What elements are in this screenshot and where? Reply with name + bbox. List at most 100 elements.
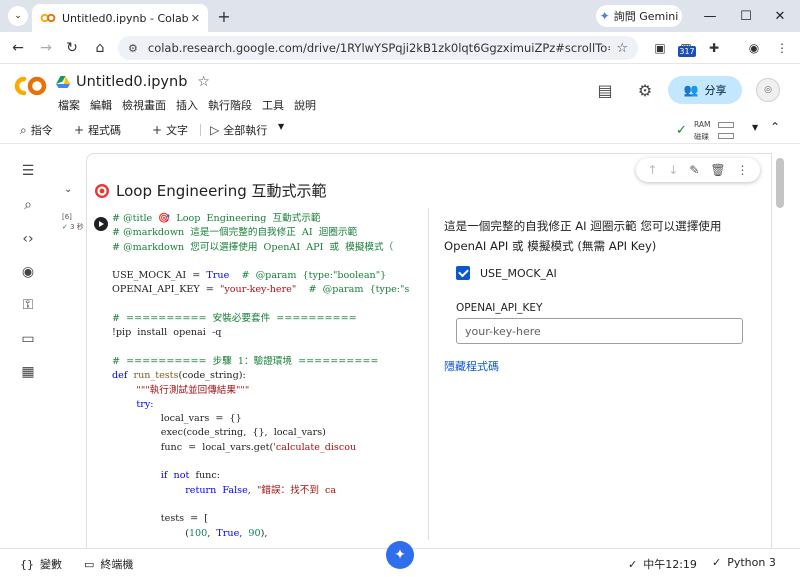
code-token: # @param {type:"boolean"}: [241, 270, 387, 282]
menu-file[interactable]: 檔案: [58, 97, 80, 113]
code-token: :: [150, 398, 154, 410]
code-token: 100: [188, 527, 208, 539]
disk-usage-bar: [718, 133, 734, 139]
vertical-scrollbar[interactable]: [776, 158, 784, 208]
menu-runtime[interactable]: 執行階段: [208, 97, 252, 113]
runtime-status[interactable]: ✓ Python 3: [712, 556, 776, 569]
api-key-input[interactable]: [456, 318, 743, 344]
user-avatar[interactable]: ◎: [756, 78, 780, 102]
plus-icon: +: [152, 123, 163, 137]
reload-icon[interactable]: ↻: [62, 38, 82, 58]
colab-logo-icon[interactable]: [12, 75, 48, 97]
browser-tab-colab[interactable]: Untitled0.ipynb - Colab ✕: [32, 4, 208, 32]
terminal-label: 終端機: [100, 558, 134, 571]
collapse-toolbar-button[interactable]: ⌃: [770, 120, 780, 134]
address-bar[interactable]: ⚙ colab.research.google.com/drive/1RYlwY…: [118, 36, 638, 60]
use-mock-ai-row[interactable]: USE_MOCK_AI: [456, 266, 557, 280]
menu-edit[interactable]: 編輯: [90, 97, 112, 113]
disk-label: 磁碟: [694, 132, 709, 141]
code-snippets-icon[interactable]: ‹›: [18, 229, 38, 249]
delete-trash-icon[interactable]: 🗑: [710, 163, 725, 177]
share-button[interactable]: 👥 分享: [668, 76, 742, 104]
menu-view[interactable]: 檢視畫面: [122, 97, 166, 113]
command-palette-button[interactable]: ⌕ 指令: [20, 122, 53, 138]
magic-wand-icon[interactable]: ✎: [689, 163, 699, 177]
code-line: # ========== 步驟 1：驗證環境 ==========: [112, 355, 428, 369]
form-description: 這是一個完整的自我修正 AI 迴圈示範 您可以選擇使用 OpenAI API 或…: [444, 219, 722, 253]
move-up-arrow-icon[interactable]: ↑: [647, 163, 657, 177]
comments-icon[interactable]: ▤: [594, 79, 616, 101]
success-check-icon: ✓: [62, 223, 68, 231]
resource-monitor[interactable]: RAM 磁碟: [694, 119, 740, 141]
extension-chat-icon[interactable]: ▣: [652, 40, 668, 56]
close-window-icon[interactable]: ✕: [770, 6, 790, 26]
execution-meta: [6] ✓ 3 秒: [62, 212, 84, 232]
table-of-contents-icon[interactable]: ☰: [18, 161, 38, 181]
run-cell-button[interactable]: [94, 217, 108, 231]
collapse-section-chevron-icon[interactable]: ⌄: [64, 184, 72, 195]
notebook-toolbar: ⌕ 指令 + 程式碼 + 文字 ▷ 全部執行 ▼ ✓ RAM 磁碟 ▼ ⌃: [0, 116, 800, 144]
maximize-icon[interactable]: ☐: [736, 6, 756, 26]
use-mock-ai-checkbox[interactable]: [456, 266, 470, 280]
menu-help[interactable]: 說明: [294, 97, 316, 113]
add-code-cell-button[interactable]: + 程式碼: [74, 122, 121, 138]
back-arrow-icon[interactable]: ←: [8, 38, 28, 58]
ask-gemini-button[interactable]: ✦ 詢問 Gemini: [596, 5, 682, 27]
gemini-assistant-button[interactable]: ✦: [386, 541, 414, 569]
tab-title: Untitled0.ipynb - Colab: [62, 11, 189, 25]
run-all-dropdown[interactable]: ▼: [278, 122, 284, 131]
extensions-puzzle-icon[interactable]: ✚: [706, 40, 722, 56]
menu-insert[interactable]: 插入: [176, 97, 198, 113]
bookmark-star-icon[interactable]: ☆: [616, 41, 628, 56]
files-folder-icon[interactable]: ▭: [18, 329, 38, 349]
secrets-key-icon[interactable]: ⚿: [18, 295, 38, 315]
code-editor[interactable]: # @title 🎯 Loop Engineering 互動式示範 # @mark…: [112, 212, 428, 540]
code-token: True: [216, 527, 240, 539]
share-label: 分享: [704, 84, 727, 97]
browser-menu-icon[interactable]: ⋮: [774, 40, 790, 56]
ram-usage-bar: [718, 122, 734, 128]
hide-code-link[interactable]: 隱藏程式碼: [444, 358, 499, 374]
home-icon[interactable]: ⌂: [90, 38, 110, 58]
menu-tools[interactable]: 工具: [262, 97, 284, 113]
code-token: (: [112, 527, 189, 539]
code-token: (code_string, {}, local_vars): [182, 427, 326, 439]
find-replace-icon[interactable]: ⌕: [18, 195, 38, 215]
code-token: exec: [160, 427, 183, 439]
more-options-icon[interactable]: ⋮: [737, 163, 749, 177]
checkbox-label: USE_MOCK_AI: [480, 266, 557, 280]
last-run-status[interactable]: ✓ 中午12:19: [628, 556, 697, 572]
site-info-icon[interactable]: ⚙: [128, 42, 138, 55]
close-tab-icon[interactable]: ✕: [191, 12, 200, 25]
code-token: 90: [248, 527, 261, 539]
run-all-button[interactable]: ▷ 全部執行: [210, 122, 267, 138]
minimize-icon[interactable]: —: [700, 6, 720, 26]
add-text-cell-button[interactable]: + 文字: [152, 122, 188, 138]
gemini-label: 詢問 Gemini: [613, 10, 679, 23]
code-token: ),: [260, 527, 268, 539]
forward-arrow-icon[interactable]: →: [36, 38, 56, 58]
new-tab-button[interactable]: +: [214, 6, 234, 26]
code-token: "your-key-here": [219, 284, 297, 296]
resource-dropdown[interactable]: ▼: [752, 123, 758, 132]
notebook-title[interactable]: Untitled0.ipynb: [76, 74, 187, 90]
cell-toolbar: ↑ ↓ ✎ 🗑 ⋮: [636, 158, 760, 182]
run-all-label: 全部執行: [223, 124, 268, 137]
star-notebook-icon[interactable]: ☆: [197, 74, 210, 90]
data-table-icon[interactable]: ▦: [18, 362, 38, 382]
settings-gear-icon[interactable]: ⚙: [634, 79, 656, 101]
code-line: # @markdown 您可以選擇使用 OpenAI API 或 模擬模式（: [112, 241, 428, 255]
profile-icon[interactable]: ◉: [746, 40, 762, 56]
variables-button[interactable]: {} 變數: [20, 556, 62, 572]
tab-search-button[interactable]: ⌄: [8, 6, 28, 26]
move-down-arrow-icon[interactable]: ↓: [668, 163, 678, 177]
add-text-label: 文字: [166, 124, 189, 137]
left-sidebar-rail: ☰ ⌕ ‹› ◉ ⚿ ▭ ▦: [0, 145, 56, 545]
terminal-button[interactable]: ▭ 終端機: [84, 556, 133, 572]
variables-eye-icon[interactable]: ◉: [18, 262, 38, 282]
section-heading: Loop Engineering 互動式示範: [94, 180, 327, 201]
code-token: USE_MOCK_AI =: [112, 270, 207, 282]
